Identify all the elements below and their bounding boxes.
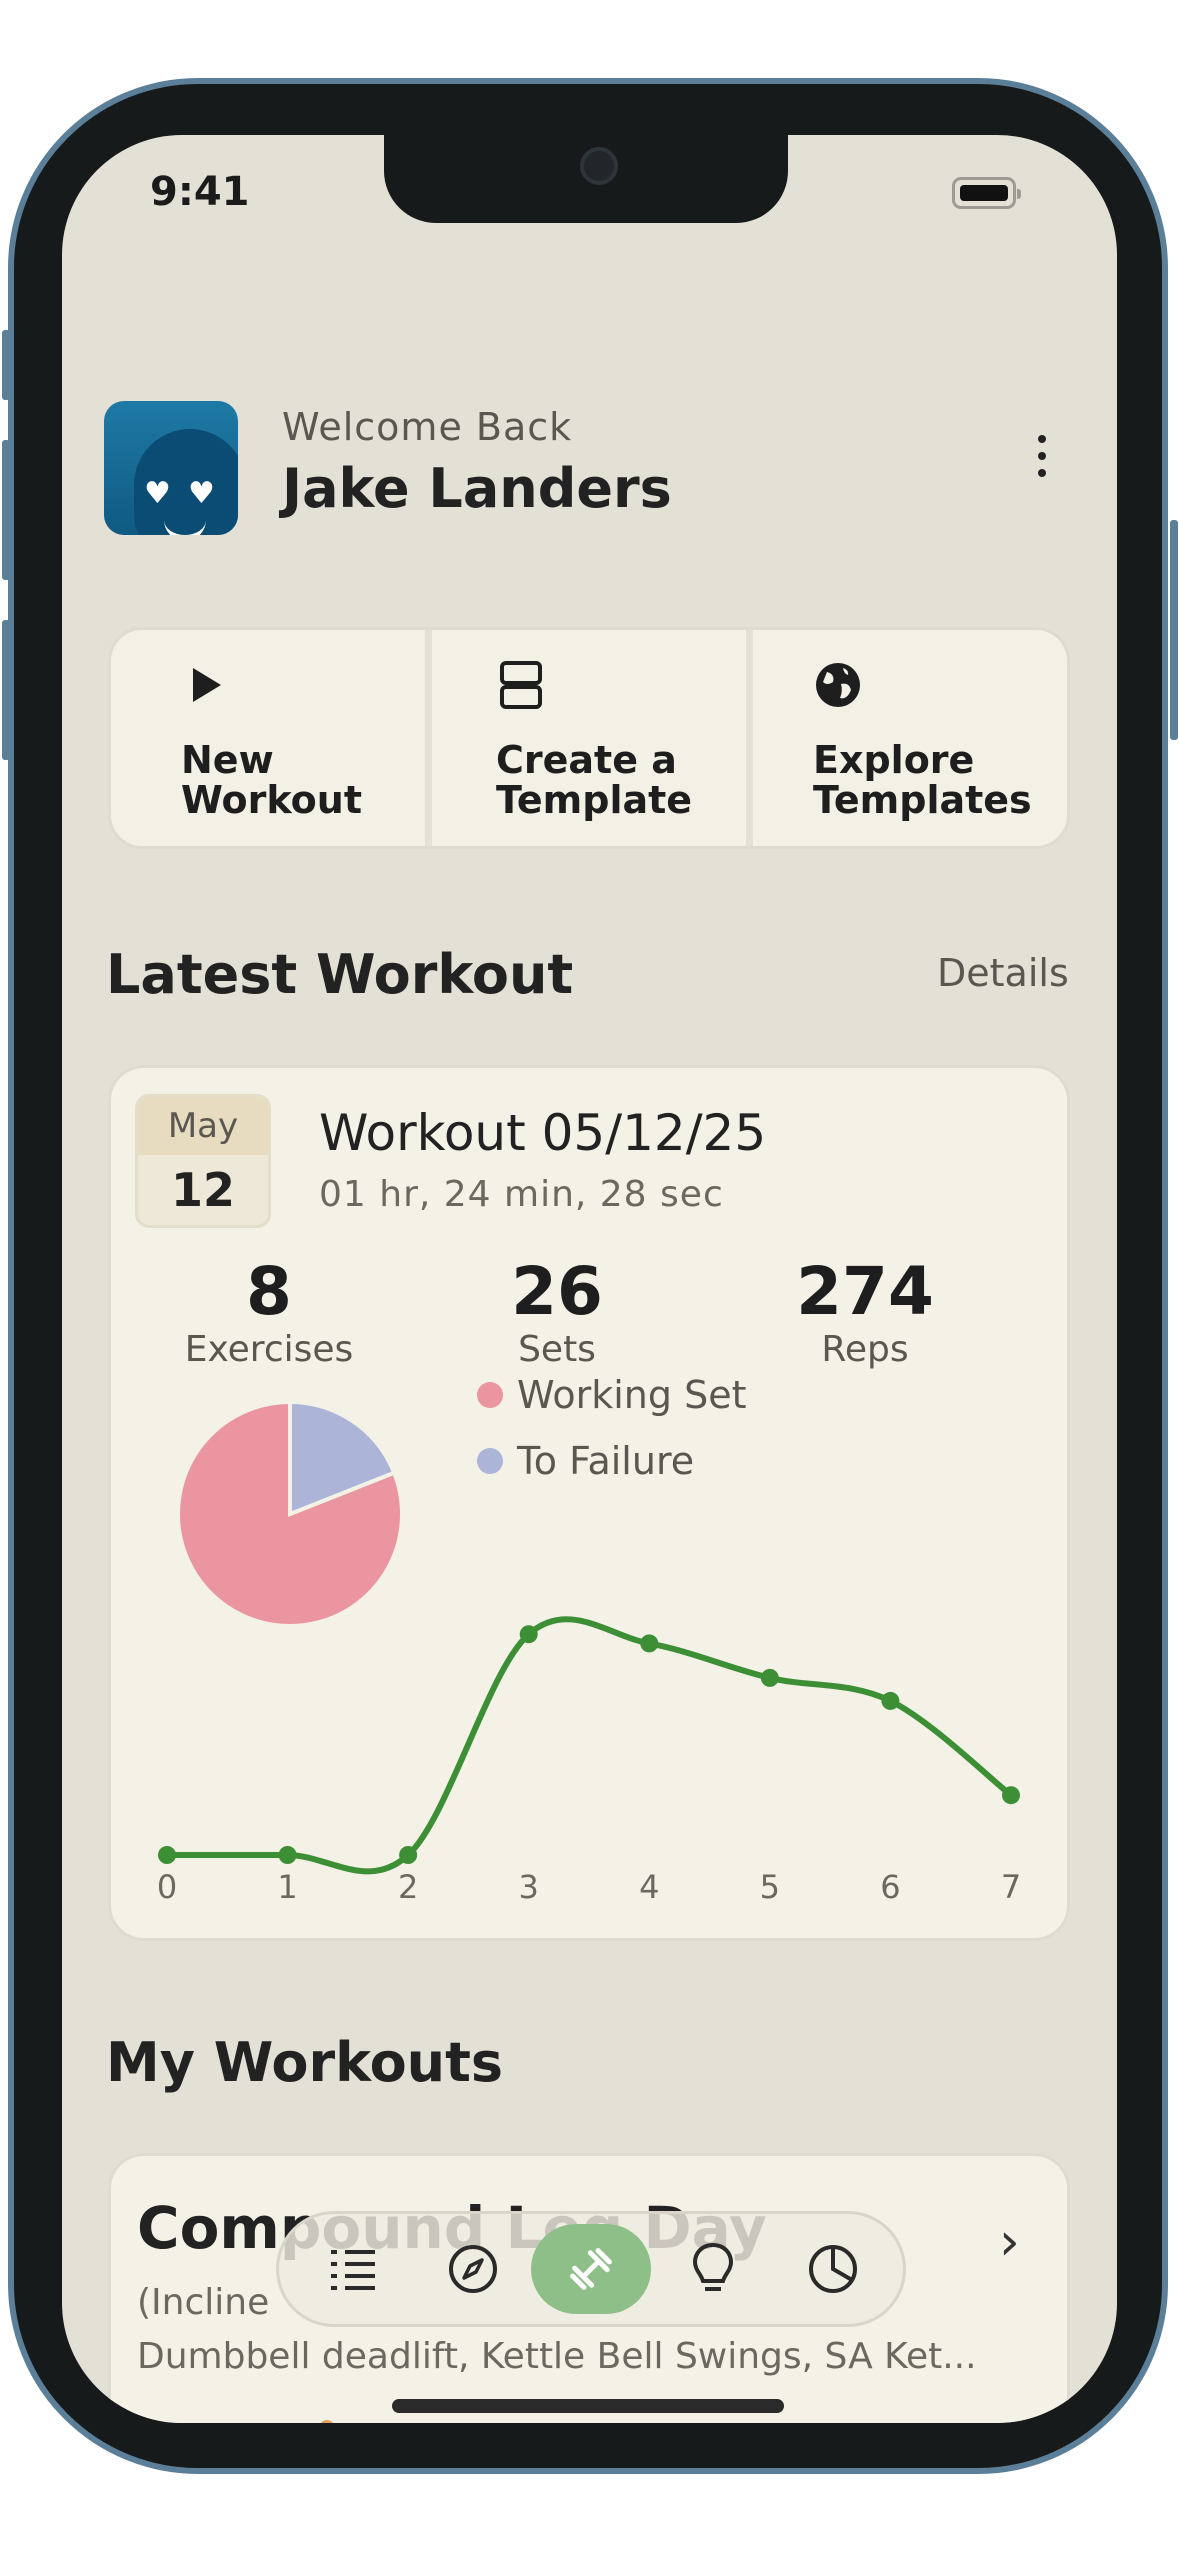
bottom-tab-bar — [276, 2211, 906, 2327]
quick-actions: New Workout Create a Template Explore Te… — [108, 627, 1070, 849]
exercise-illustrations-icon — [320, 2420, 334, 2423]
legend-dot — [477, 1382, 503, 1408]
home-indicator — [392, 2399, 784, 2413]
details-link[interactable]: Details — [937, 951, 1069, 995]
line-point — [399, 1846, 418, 1864]
x-tick-label: 6 — [880, 1868, 900, 1906]
latest-workout-card[interactable]: May 12 Workout 05/12/25 01 hr, 24 min, 2… — [108, 1065, 1070, 1941]
dumbbell-icon — [570, 2248, 612, 2290]
x-tick-label: 7 — [1001, 1868, 1021, 1906]
line-point — [519, 1625, 538, 1644]
more-options-icon[interactable] — [1022, 435, 1062, 515]
notch — [384, 135, 788, 223]
x-tick-label: 4 — [639, 1868, 659, 1906]
legend-label: Working Set — [517, 1373, 747, 1417]
welcome-text: Welcome Back — [282, 405, 573, 449]
x-tick-label: 0 — [157, 1868, 177, 1906]
chevron-right-icon[interactable]: › — [999, 2212, 1020, 2272]
phone-volume-up-button — [2, 440, 10, 580]
avatar[interactable]: ♥ ♥ — [104, 401, 238, 535]
phone-power-button — [1170, 520, 1178, 740]
legend-label: To Failure — [517, 1439, 695, 1483]
battery-icon — [952, 177, 1021, 209]
play-icon — [193, 668, 221, 702]
x-tick-label: 1 — [277, 1868, 297, 1906]
tab-stats[interactable] — [773, 2224, 893, 2314]
tab-workouts[interactable] — [531, 2224, 651, 2314]
latest-workout-title: Latest Workout — [106, 943, 574, 1006]
globe-icon — [816, 663, 860, 707]
phone-volume-down-button — [2, 620, 10, 760]
line-series — [167, 1616, 1013, 1875]
workout-item-desc-line2: Dumbbell deadlift, Kettle Bell Swings, S… — [137, 2336, 977, 2377]
my-workouts-title: My Workouts — [106, 2031, 504, 2094]
legend-dot — [477, 1448, 503, 1474]
create-template-button[interactable]: Create a Template — [432, 630, 753, 846]
tab-insights[interactable] — [653, 2224, 773, 2314]
x-tick-label: 3 — [519, 1868, 539, 1906]
new-workout-label: New Workout — [181, 738, 362, 822]
camera-icon — [580, 147, 618, 185]
phone-side-button — [2, 330, 10, 400]
user-name: Jake Landers — [282, 457, 672, 520]
line-point — [278, 1846, 297, 1864]
explore-templates-label: Explore Templates — [813, 738, 1032, 822]
create-template-label: Create a Template — [496, 738, 693, 822]
tab-list[interactable] — [293, 2224, 413, 2314]
template-icon — [500, 661, 542, 709]
compass-icon — [449, 2245, 497, 2293]
status-time: 9:41 — [150, 169, 250, 215]
line-point — [640, 1634, 659, 1653]
legend-to-failure: To Failure — [477, 1439, 694, 1483]
list-icon — [331, 2250, 375, 2290]
lightbulb-icon — [692, 2242, 734, 2291]
explore-templates-button[interactable]: Explore Templates — [753, 630, 1067, 846]
line-point — [158, 1846, 176, 1864]
smiley-face-icon: ♥ ♥ — [134, 429, 238, 535]
line-point — [881, 1691, 900, 1710]
tab-explore[interactable] — [413, 2224, 533, 2314]
x-tick-label: 2 — [398, 1868, 418, 1906]
app-screen: 9:41 ♥ ♥ Welcome Back Jake Landers New W… — [62, 135, 1117, 2423]
pie-chart-icon — [809, 2245, 857, 2293]
legend-working-set: Working Set — [477, 1373, 746, 1417]
volume-line-chart: 0 1 2 3 4 5 6 7 — [157, 1616, 1021, 1906]
workout-charts: 0 1 2 3 4 5 6 7 — [157, 1399, 1021, 1906]
x-tick-label: 5 — [760, 1868, 780, 1906]
line-point — [760, 1668, 779, 1687]
set-type-pie-chart — [176, 1399, 404, 1628]
line-point — [1002, 1786, 1020, 1805]
new-workout-button[interactable]: New Workout — [111, 630, 432, 846]
